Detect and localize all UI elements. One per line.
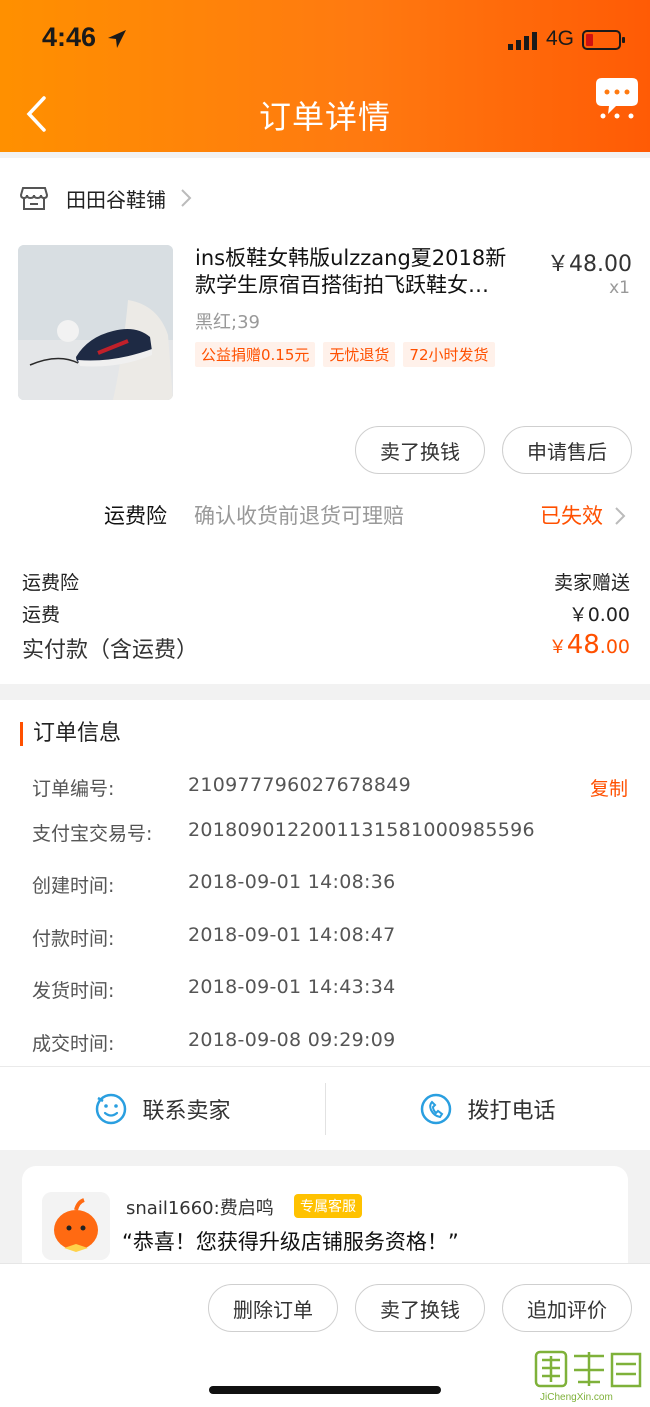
fee-insurance-label: 运费险 — [22, 572, 80, 594]
fee-insurance-row: 运费险 卖家赠送 — [22, 568, 630, 595]
avatar — [42, 1192, 110, 1260]
shop-name: 田田谷鞋铺 — [66, 187, 166, 212]
product-quantity: x1 — [609, 278, 630, 298]
header-bar: 4:46 4G 订单详情 — [0, 0, 650, 152]
shoe-image — [18, 245, 173, 400]
info-value: 2018-09-01 14:08:47 — [188, 924, 396, 946]
watermark-text: JiChengXin.com — [540, 1392, 613, 1403]
contact-seller-label: 联系卖家 — [142, 1099, 231, 1124]
service-badge: 专属客服 — [294, 1194, 362, 1218]
info-value: 2018-09-08 09:29:09 — [188, 1029, 396, 1051]
copy-button[interactable]: 复制 — [590, 774, 628, 801]
contact-seller-button[interactable]: 联系卖家 — [0, 1067, 325, 1151]
service-agent-name: snail1660:费启鸣 — [126, 1198, 274, 1219]
info-value: 2018-09-01 14:08:36 — [188, 871, 396, 893]
info-value: 210977796027678849 — [188, 774, 411, 796]
delete-order-button[interactable]: 删除订单 — [208, 1284, 338, 1332]
fee-shipping-value: ￥0.00 — [568, 604, 630, 626]
insurance-desc: 确认收货前退货可理赔 — [194, 504, 404, 528]
fee-shipping-label: 运费 — [22, 604, 61, 626]
sell-for-cash-button-bottom[interactable]: 卖了换钱 — [355, 1284, 485, 1332]
insurance-status: 已失效 — [540, 504, 603, 528]
total-currency: ￥ — [548, 637, 567, 658]
sell-for-cash-button[interactable]: 卖了换钱 — [355, 426, 485, 474]
total-amount: ￥48.00 — [549, 630, 630, 660]
total-row: 实付款（含运费） ￥48.00 — [22, 630, 630, 664]
total-dec: .00 — [599, 636, 630, 658]
tag-72h-ship: 72小时发货 — [403, 342, 495, 367]
order-card: 田田谷鞋铺 ins板鞋女韩版ulzzang夏2018新款学生原宿百搭街拍飞跃鞋女… — [0, 158, 650, 684]
network-type: 4G — [546, 27, 575, 50]
store-icon — [20, 187, 48, 210]
service-message: “恭喜！您获得升级店铺服务资格！” — [122, 1230, 459, 1254]
add-review-button[interactable]: 追加评价 — [502, 1284, 632, 1332]
product-tags: 公益捐赠0.15元 无忧退货 72小时发货 — [195, 342, 495, 367]
info-label: 发货时间: — [32, 980, 115, 1002]
chevron-right-icon — [615, 507, 626, 525]
info-label: 订单编号: — [32, 778, 115, 800]
order-info-heading: 订单信息 — [20, 722, 121, 746]
phone-icon — [421, 1093, 452, 1125]
insurance-label: 运费险 — [104, 504, 167, 528]
info-label: 创建时间: — [32, 875, 115, 897]
page-title: 订单详情 — [258, 98, 391, 136]
info-label: 付款时间: — [32, 928, 115, 950]
product-sku: 黑红;39 — [195, 312, 260, 333]
bottom-action-bar: 删除订单 卖了换钱 追加评价 JiChengXin.com — [0, 1263, 650, 1407]
product-title[interactable]: ins板鞋女韩版ulzzang夏2018新款学生原宿百搭街拍飞跃鞋女… — [195, 245, 525, 299]
total-label: 实付款（含运费） — [22, 638, 199, 663]
status-time: 4:46 — [42, 22, 97, 52]
order-info-card: 订单信息 复制 订单编号: 210977796027678849 支付宝交易号:… — [0, 700, 650, 1150]
tag-charity: 公益捐赠0.15元 — [195, 342, 316, 367]
info-value: 2018090122001131581000985596 — [188, 819, 535, 841]
info-label: 支付宝交易号: — [32, 823, 153, 845]
tag-free-return: 无忧退货 — [323, 342, 396, 367]
total-int: 48 — [566, 630, 600, 660]
shipping-insurance-row[interactable]: 运费险 确认收货前退货可理赔 已失效 — [0, 496, 650, 534]
contact-bar: 联系卖家 拨打电话 — [0, 1066, 650, 1150]
fee-insurance-value: 卖家赠送 — [553, 572, 630, 594]
smiley-chat-icon — [96, 1093, 127, 1125]
call-phone-label: 拨打电话 — [467, 1099, 556, 1124]
shop-row[interactable]: 田田谷鞋铺 — [20, 180, 192, 216]
message-bubble-icon[interactable] — [594, 76, 640, 120]
call-phone-button[interactable]: 拨打电话 — [325, 1067, 650, 1151]
chevron-right-icon — [181, 189, 192, 207]
battery-icon — [582, 30, 625, 50]
fee-shipping-row: 运费 ￥0.00 — [22, 600, 630, 627]
info-value: 2018-09-01 14:43:34 — [188, 976, 396, 998]
product-price: ￥48.00 — [547, 252, 632, 277]
after-sale-button[interactable]: 申请售后 — [502, 426, 632, 474]
product-thumbnail[interactable] — [18, 245, 173, 400]
signal-icon — [508, 32, 537, 50]
mascot-icon — [42, 1192, 110, 1260]
home-indicator[interactable] — [209, 1386, 441, 1394]
location-arrow-icon — [108, 30, 126, 48]
info-label: 成交时间: — [32, 1033, 115, 1055]
